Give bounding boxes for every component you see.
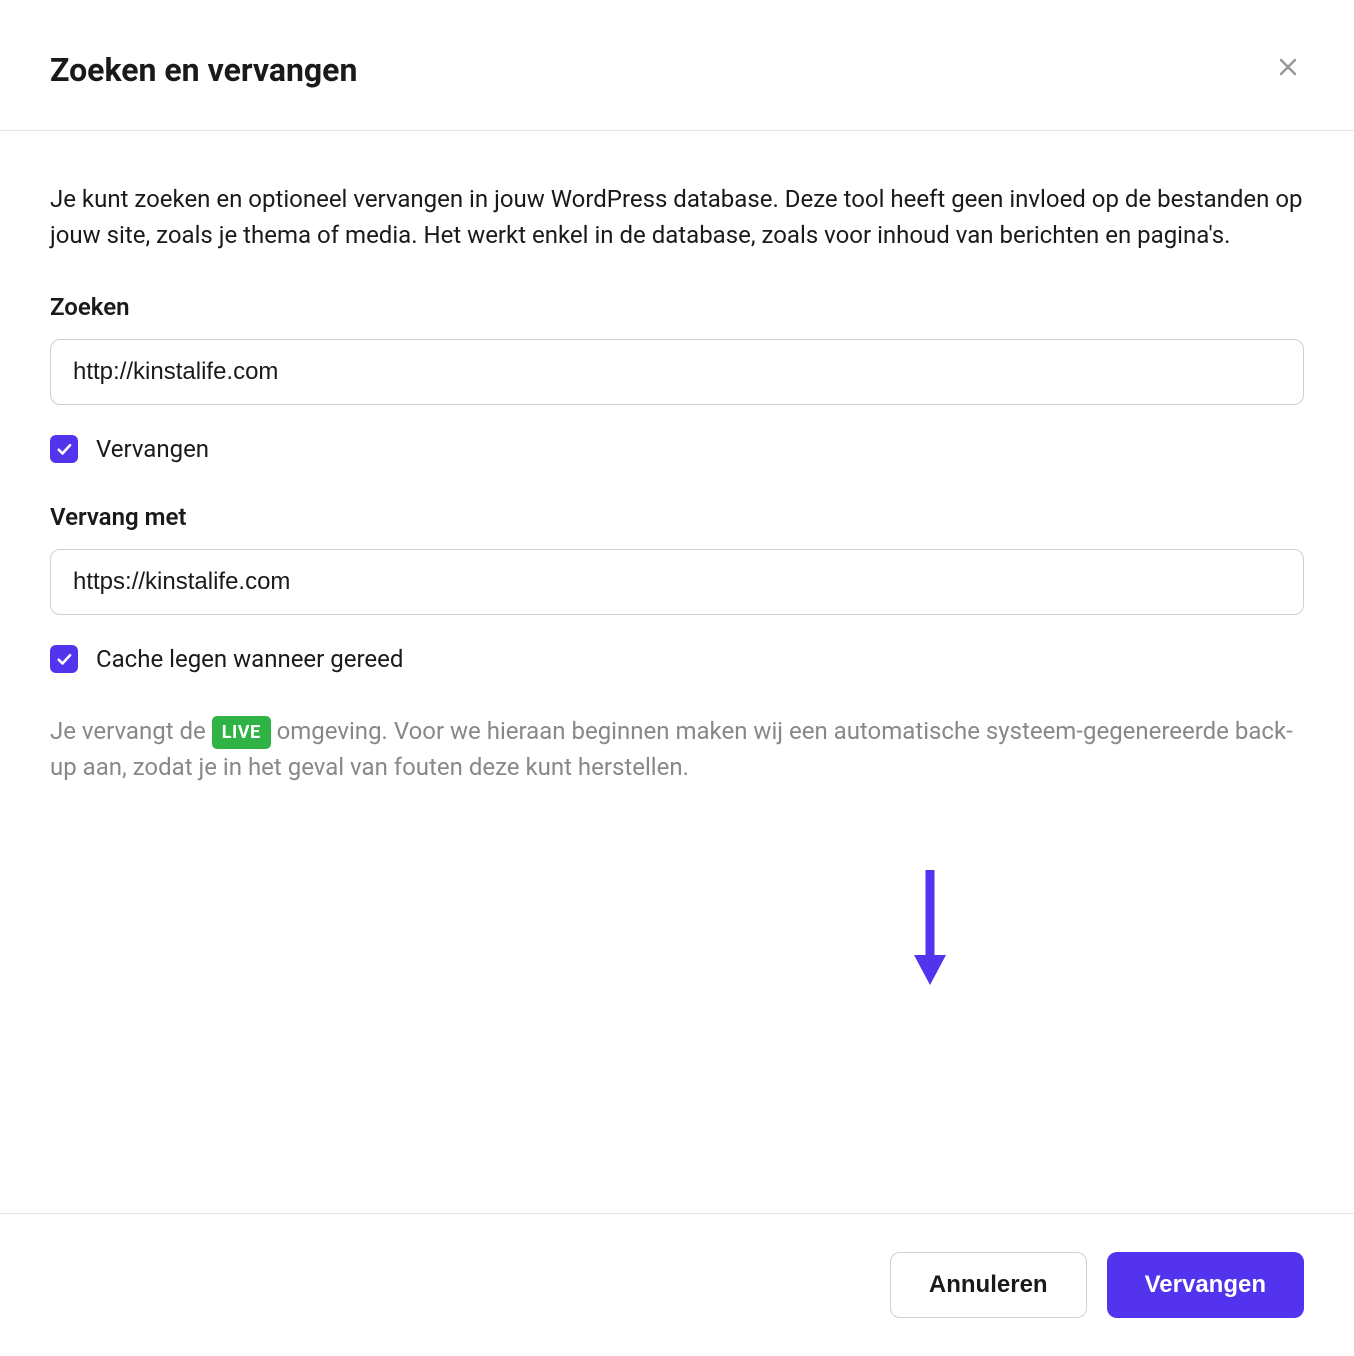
clear-cache-checkbox[interactable]	[50, 645, 78, 673]
search-field-group: Zoeken	[50, 293, 1304, 405]
submit-button[interactable]: Vervangen	[1107, 1252, 1304, 1318]
replace-checkbox-label: Vervangen	[96, 435, 209, 463]
modal-body: Je kunt zoeken en optioneel vervangen in…	[0, 131, 1354, 805]
modal-description: Je kunt zoeken en optioneel vervangen in…	[50, 181, 1304, 253]
replace-checkbox[interactable]	[50, 435, 78, 463]
search-label: Zoeken	[50, 293, 1304, 321]
clear-cache-checkbox-label: Cache legen wanneer gereed	[96, 645, 403, 673]
replace-checkbox-row: Vervangen	[50, 435, 1304, 463]
info-text-before: Je vervangt de	[50, 717, 212, 745]
modal-header: Zoeken en vervangen	[0, 0, 1354, 131]
modal-footer: Annuleren Vervangen	[0, 1213, 1354, 1356]
modal-title: Zoeken en vervangen	[50, 51, 357, 89]
replace-with-field-group: Vervang met	[50, 503, 1304, 615]
close-icon[interactable]	[1272, 50, 1304, 90]
arrow-down-icon	[910, 870, 950, 989]
replace-with-input[interactable]	[50, 549, 1304, 615]
search-input[interactable]	[50, 339, 1304, 405]
info-text: Je vervangt de LIVE omgeving. Voor we hi…	[50, 713, 1304, 785]
clear-cache-checkbox-row: Cache legen wanneer gereed	[50, 645, 1304, 673]
replace-with-label: Vervang met	[50, 503, 1304, 531]
live-badge: LIVE	[212, 716, 271, 749]
cancel-button[interactable]: Annuleren	[890, 1252, 1087, 1318]
